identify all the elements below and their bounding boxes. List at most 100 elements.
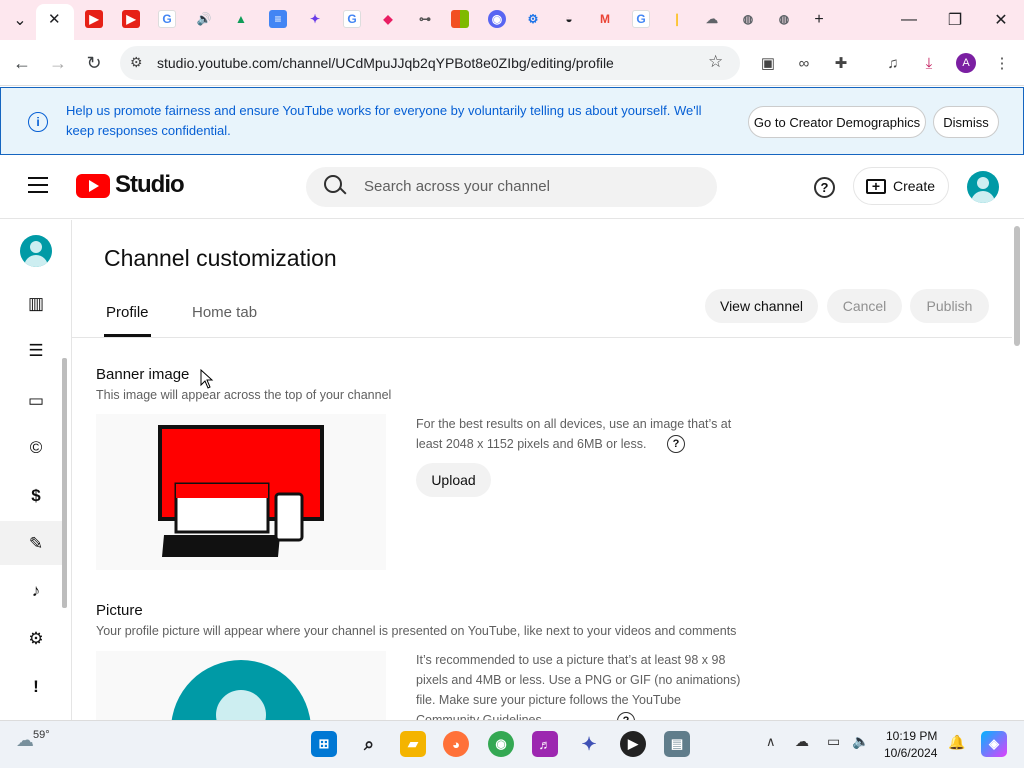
create-button[interactable]: + Create <box>853 167 949 205</box>
docs-icon[interactable]: ≡ <box>269 10 287 28</box>
taskbar-time[interactable]: 10:19 PM <box>886 729 937 743</box>
tray-chevron-icon[interactable]: ∧ <box>766 734 776 750</box>
google-icon[interactable]: G <box>343 10 361 28</box>
taskbar-date[interactable]: 10/6/2024 <box>884 746 937 760</box>
discord-icon[interactable]: ◉ <box>488 10 506 28</box>
copyright-icon[interactable]: © <box>24 436 48 460</box>
banner-upload-button[interactable]: Upload <box>416 463 491 497</box>
google-icon[interactable]: G <box>158 10 176 28</box>
audio-library-icon[interactable]: ♪ <box>24 579 48 603</box>
media-control-icon[interactable]: ♫ <box>882 52 904 74</box>
picture-description: It’s recommended to use a picture that’s… <box>416 653 741 720</box>
bookmark-star-icon[interactable]: ☆ <box>708 52 723 72</box>
dismiss-button[interactable]: Dismiss <box>933 106 999 138</box>
weather-icon[interactable]: ☁ <box>16 730 34 751</box>
close-tab-icon[interactable]: ✕ <box>48 10 61 28</box>
volume-icon[interactable]: 🔈 <box>852 733 869 750</box>
audio-app-icon[interactable]: ♬ <box>532 731 558 757</box>
media-player-icon[interactable]: ▶ <box>620 731 646 757</box>
drive-icon[interactable]: ▲ <box>232 10 250 28</box>
earn-icon[interactable]: $ <box>24 484 48 508</box>
cloud-offline-icon[interactable]: ☁ <box>795 733 809 750</box>
file-explorer-icon[interactable]: ▰ <box>400 731 426 757</box>
help-icon[interactable]: ? <box>814 177 835 198</box>
settings-icon[interactable]: ⚙ <box>524 10 542 28</box>
network-app-icon[interactable]: ▤ <box>664 731 690 757</box>
minimize-icon[interactable]: — <box>897 8 921 32</box>
google-icon[interactable]: G <box>632 10 650 28</box>
publish-button[interactable]: Publish <box>910 289 989 323</box>
feedback-icon[interactable]: ! <box>24 675 48 699</box>
magic-wand-icon[interactable]: ✎ <box>24 532 48 556</box>
tab-search-icon[interactable]: ⌄ <box>8 8 32 32</box>
app-bird-icon[interactable]: ✦ <box>576 731 602 757</box>
account-avatar[interactable] <box>967 171 999 203</box>
search-placeholder[interactable]: Search across your channel <box>364 178 550 195</box>
banner-description: For the best results on all devices, use… <box>416 417 732 451</box>
globe-icon[interactable]: ◍ <box>775 10 793 28</box>
info-icon: i <box>28 112 48 132</box>
page-title: Channel customization <box>104 245 337 271</box>
profile-picture-circle <box>171 660 311 720</box>
globe-icon[interactable]: ◍ <box>739 10 757 28</box>
colorful-icon[interactable]: ◆ <box>379 10 397 28</box>
extension-icon[interactable]: ✦ <box>306 10 324 28</box>
picture-subtitle: Your profile picture will appear where y… <box>96 624 737 638</box>
channel-search-box[interactable]: Search across your channel <box>306 167 717 207</box>
microsoft-icon[interactable] <box>451 10 469 28</box>
banner-title: Banner image <box>96 366 190 383</box>
infinity-extension-icon[interactable]: ∞ <box>793 52 815 74</box>
screen-cast-icon[interactable]: ▣ <box>757 52 779 74</box>
subtitles-icon[interactable]: ▭ <box>24 389 48 413</box>
demographics-notice: i Help us promote fairness and ensure Yo… <box>0 87 1024 155</box>
analytics-icon[interactable]: ▥ <box>24 292 48 316</box>
firefox-icon[interactable]: ◕ <box>443 731 469 757</box>
hashtag-icon[interactable]: ❘ <box>668 10 686 28</box>
notification-bell-icon[interactable]: 🔔 <box>948 734 965 751</box>
download-icon[interactable]: ⤓ <box>918 52 940 74</box>
studio-logo-text[interactable]: Studio <box>115 171 185 199</box>
site-info-icon[interactable]: ⚙ <box>130 54 143 71</box>
new-tab-icon[interactable]: + <box>807 8 831 32</box>
hamburger-menu-icon[interactable] <box>28 177 48 193</box>
display-icon[interactable]: ▭ <box>827 733 840 750</box>
close-window-icon[interactable]: ✕ <box>989 8 1013 32</box>
chrome-icon[interactable]: ◉ <box>488 731 514 757</box>
cloud-upload-icon[interactable]: ☁ <box>703 10 721 28</box>
extensions-puzzle-icon[interactable]: ✚ <box>830 52 852 74</box>
active-tab[interactable]: ✕ <box>36 4 74 40</box>
settings-gear-icon[interactable]: ⚙ <box>24 627 48 651</box>
youtube-icon[interactable]: ▶ <box>85 10 103 28</box>
back-icon[interactable]: ← <box>10 51 34 75</box>
weather-temperature[interactable]: 59° <box>33 729 50 741</box>
key-icon[interactable]: ⊶ <box>416 10 434 28</box>
tab-profile[interactable]: Profile <box>106 304 149 321</box>
channel-avatar[interactable] <box>20 235 52 267</box>
copilot-icon[interactable]: ◈ <box>981 731 1007 757</box>
forward-icon[interactable]: → <box>46 51 70 75</box>
audio-icon[interactable]: 🔊 <box>195 10 213 28</box>
go-to-creator-demographics-button[interactable]: Go to Creator Demographics <box>748 106 926 138</box>
youtube-icon[interactable]: ▶ <box>122 10 140 28</box>
address-bar[interactable]: ⚙ studio.youtube.com/channel/UCdMpuJJqb2… <box>120 46 740 80</box>
reload-icon[interactable]: ↻ <box>82 51 106 75</box>
comments-icon[interactable]: ☰ <box>24 339 48 363</box>
search-icon[interactable] <box>324 175 347 195</box>
restore-icon[interactable]: ❐ <box>943 8 967 32</box>
main-scrollbar[interactable] <box>1014 226 1020 346</box>
browser-tab-strip: ⌄ ✕ ▶ ▶ G 🔊 ▲ ≡ ✦ G ◆ ⊶ ◉ ⚙ ◒ M G ❘ ☁ ◍ … <box>0 0 1024 40</box>
windows-start-icon[interactable]: ⊞ <box>311 731 337 757</box>
view-channel-button[interactable]: View channel <box>705 289 818 323</box>
incognito-icon[interactable]: ◒ <box>560 10 578 28</box>
cancel-button[interactable]: Cancel <box>827 289 902 323</box>
sidebar-scrollbar[interactable] <box>62 358 67 608</box>
studio-header: Studio Search across your channel ? + Cr… <box>0 155 1024 219</box>
url-text[interactable]: studio.youtube.com/channel/UCdMpuJJqb2qY… <box>157 55 614 71</box>
banner-help-icon[interactable]: ? <box>667 435 685 453</box>
tab-home[interactable]: Home tab <box>192 304 257 321</box>
profile-avatar[interactable]: A <box>956 53 976 73</box>
youtube-logo-icon[interactable] <box>76 174 110 198</box>
search-taskbar-icon[interactable]: ⌕ <box>356 731 382 757</box>
gmail-icon[interactable]: M <box>596 10 614 28</box>
menu-kebab-icon[interactable]: ⋮ <box>991 52 1013 74</box>
